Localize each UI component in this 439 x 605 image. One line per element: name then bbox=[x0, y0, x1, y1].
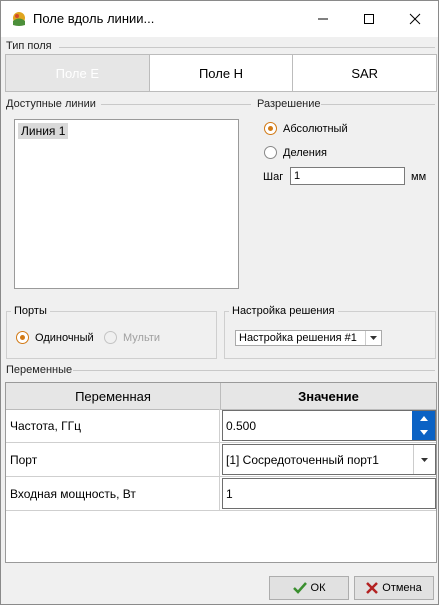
table-row: Порт [1] Сосредоточенный порт1 bbox=[6, 443, 436, 477]
single-port-radio[interactable] bbox=[16, 331, 29, 344]
absolute-radio[interactable] bbox=[264, 122, 277, 135]
solution-select-value: Настройка решения #1 bbox=[239, 332, 357, 344]
input-power-value: 1 bbox=[226, 486, 233, 501]
ok-button[interactable]: ОК bbox=[269, 576, 349, 600]
chevron-down-icon[interactable] bbox=[413, 445, 435, 474]
cancel-button-label: Отмена bbox=[382, 582, 422, 594]
spin-up-icon[interactable] bbox=[419, 415, 428, 421]
app-icon bbox=[13, 12, 25, 26]
solution-select[interactable]: Настройка решения #1 bbox=[235, 330, 382, 346]
available-lines-label: Доступные линии bbox=[6, 98, 96, 110]
divisions-radio-label: Деления bbox=[283, 147, 327, 159]
field-type-tabs: Поле E Поле H SAR bbox=[5, 54, 437, 92]
minimize-button[interactable] bbox=[300, 1, 346, 37]
divisions-radio[interactable] bbox=[264, 146, 277, 159]
absolute-radio-label: Абсолютный bbox=[283, 123, 348, 135]
field-type-divider bbox=[59, 47, 435, 48]
cross-icon bbox=[366, 582, 379, 594]
title-bar[interactable]: Поле вдоль линии... bbox=[1, 1, 438, 37]
table-row: Входная мощность, Вт 1 bbox=[6, 477, 436, 511]
dialog-window: Поле вдоль линии... Тип поля Поле E Поле… bbox=[0, 0, 439, 605]
chevron-down-icon[interactable] bbox=[365, 331, 381, 345]
frequency-input[interactable]: 0.500 bbox=[222, 410, 436, 441]
solution-label: Настройка решения bbox=[229, 305, 338, 317]
table-row: Частота, ГГц 0.500 bbox=[6, 409, 436, 443]
cancel-button[interactable]: Отмена bbox=[354, 576, 434, 600]
multi-port-label: Мульти bbox=[123, 332, 161, 344]
checkmark-icon bbox=[292, 582, 307, 594]
variables-table: Переменная Значение Частота, ГГц 0.500 П… bbox=[5, 382, 437, 563]
ok-button-label: ОК bbox=[310, 582, 326, 594]
variable-name: Частота, ГГц bbox=[6, 409, 220, 442]
lines-listbox[interactable]: Линия 1 bbox=[14, 119, 239, 289]
spin-down-icon[interactable] bbox=[419, 430, 428, 436]
maximize-button[interactable] bbox=[346, 1, 392, 37]
list-item[interactable]: Линия 1 bbox=[18, 123, 69, 139]
variables-label: Переменные bbox=[6, 364, 73, 376]
variable-name: Порт bbox=[6, 443, 220, 476]
ports-label: Порты bbox=[11, 305, 50, 317]
port-value: [1] Сосредоточенный порт1 bbox=[226, 452, 379, 467]
variable-name: Входная мощность, Вт bbox=[6, 477, 220, 510]
resolution-label: Разрешение bbox=[257, 98, 321, 110]
step-input[interactable]: 1 bbox=[290, 167, 405, 185]
port-select[interactable]: [1] Сосредоточенный порт1 bbox=[222, 444, 436, 475]
available-lines-divider bbox=[101, 104, 251, 105]
tab-sar[interactable]: SAR bbox=[293, 55, 436, 91]
resolution-divider bbox=[321, 104, 435, 105]
maximize-icon bbox=[364, 14, 374, 24]
close-icon bbox=[409, 13, 421, 25]
multi-port-radio[interactable] bbox=[104, 331, 117, 344]
field-type-label: Тип поля bbox=[6, 40, 52, 52]
step-label: Шаг bbox=[263, 171, 284, 183]
step-unit: мм bbox=[411, 171, 427, 183]
column-header-value[interactable]: Значение bbox=[221, 383, 436, 410]
minimize-icon bbox=[318, 18, 328, 20]
input-power-input[interactable]: 1 bbox=[222, 478, 436, 509]
frequency-spinner[interactable] bbox=[412, 411, 435, 440]
variables-divider bbox=[73, 370, 435, 371]
close-button[interactable] bbox=[392, 1, 438, 37]
frequency-value: 0.500 bbox=[226, 418, 257, 433]
tab-field-h[interactable]: Поле H bbox=[150, 55, 294, 91]
single-port-label: Одиночный bbox=[35, 332, 94, 344]
column-header-variable[interactable]: Переменная bbox=[6, 383, 221, 410]
tab-field-e[interactable]: Поле E bbox=[6, 55, 150, 91]
window-title: Поле вдоль линии... bbox=[33, 11, 155, 26]
